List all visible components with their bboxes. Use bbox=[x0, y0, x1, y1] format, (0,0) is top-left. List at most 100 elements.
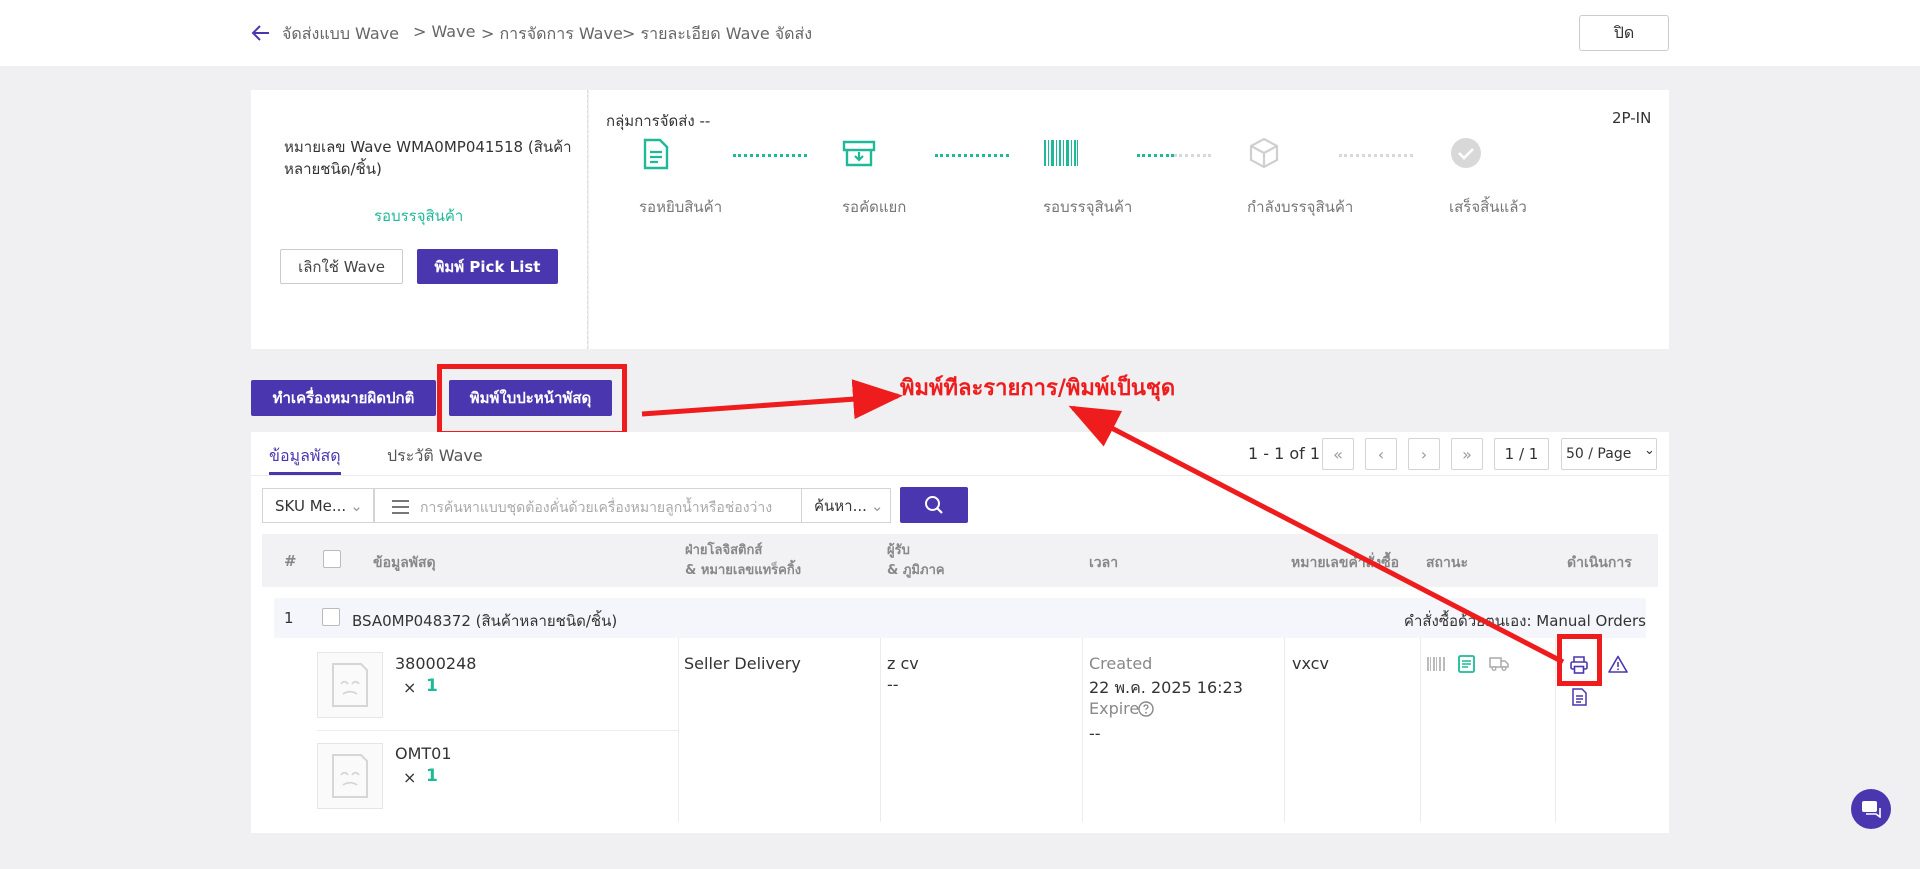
col-header-logistics-line1: ฝ่ายโลจิสติกส์ bbox=[685, 543, 763, 558]
menu-icon bbox=[392, 500, 409, 514]
next-page-button[interactable]: › bbox=[1408, 438, 1440, 470]
col-header-status: สถานะ bbox=[1426, 555, 1468, 571]
panel-divider bbox=[587, 90, 588, 349]
wave-number-line2: หลายชนิด/ชิ้น) bbox=[284, 160, 382, 178]
tray-icon bbox=[842, 140, 876, 168]
check-circle-icon bbox=[1450, 137, 1482, 169]
step-connector bbox=[1137, 154, 1174, 157]
col-header-action: ดำเนินการ bbox=[1567, 555, 1632, 571]
warehouse-code: 2P-IN bbox=[1612, 109, 1652, 127]
step-connector bbox=[1174, 154, 1211, 157]
col-header-order-no: หมายเลขคำสั่งซื้อ bbox=[1291, 555, 1399, 571]
search-icon bbox=[925, 496, 943, 514]
close-button[interactable]: ปิด bbox=[1579, 15, 1669, 51]
page-input[interactable]: 1 / 1 bbox=[1494, 438, 1549, 470]
item-sku: 38000248 bbox=[395, 654, 477, 673]
col-divider bbox=[1284, 638, 1285, 822]
printer-icon[interactable] bbox=[1570, 656, 1588, 674]
col-header-num: # bbox=[284, 552, 297, 570]
product-image-placeholder bbox=[317, 652, 383, 718]
item-qty: 1 bbox=[426, 676, 438, 696]
select-all-checkbox[interactable] bbox=[323, 550, 341, 568]
question-circle-icon[interactable] bbox=[1138, 701, 1154, 717]
step-label-waiting-pack: รอบรรจุสินค้า bbox=[1043, 198, 1133, 216]
search-mode-select[interactable]: ค้นหา... ⌄ bbox=[801, 488, 891, 523]
back-arrow-icon[interactable] bbox=[251, 24, 271, 42]
barcode-status-icon bbox=[1427, 657, 1445, 671]
times-icon: × bbox=[403, 768, 417, 787]
breadcrumb-wave-detail: > รายละเอียด Wave จัดส่ง bbox=[622, 24, 813, 43]
annotation-text: พิมพ์ทีละรายการ/พิมพ์เป็นชุด bbox=[900, 375, 1176, 401]
col-header-logistics-line2: & หมายเลขแทร็คกิ้ง bbox=[685, 563, 802, 578]
col-header-logistics: ฝ่ายโลจิสติกส์ & หมายเลขแทร็คกิ้ง bbox=[685, 541, 801, 581]
barcode-icon bbox=[1043, 139, 1079, 167]
breadcrumb-wave-shipping[interactable]: จัดส่งแบบ Wave bbox=[282, 22, 399, 47]
row-checkbox[interactable] bbox=[322, 608, 340, 626]
created-label: Created bbox=[1089, 654, 1153, 673]
wave-progress-panel bbox=[589, 90, 1669, 349]
col-divider bbox=[678, 638, 679, 822]
col-divider bbox=[1082, 638, 1083, 822]
col-divider bbox=[880, 638, 881, 822]
col-divider bbox=[1555, 638, 1556, 822]
shipping-group-label: กลุ่มการจัดส่ง -- bbox=[606, 112, 711, 130]
recipient-name: z cv bbox=[887, 654, 919, 673]
cancel-wave-button[interactable]: เลิกใช้ Wave bbox=[280, 249, 403, 284]
row-index: 1 bbox=[284, 609, 294, 627]
step-label-done: เสร็จสิ้นแล้ว bbox=[1449, 198, 1527, 216]
last-page-button[interactable]: » bbox=[1451, 438, 1483, 470]
print-label-button[interactable]: พิมพ์ใบปะหน้าพัสดุ bbox=[449, 380, 612, 416]
created-time: 22 พ.ค. 2025 16:23 bbox=[1089, 678, 1243, 697]
col-header-parcel: ข้อมูลพัสดุ bbox=[373, 555, 436, 571]
truck-icon bbox=[1489, 657, 1509, 671]
mark-abnormal-button[interactable]: ทำเครื่องหมายผิดปกติ bbox=[251, 380, 436, 416]
parcel-id[interactable]: BSA0MP048372 (สินค้าหลายชนิด/ชิ้น) bbox=[352, 609, 617, 633]
step-label-picking: รอหยิบสินค้า bbox=[639, 198, 723, 216]
page-size-value: 50 / Page bbox=[1566, 446, 1632, 462]
wave-status: รอบรรจุสินค้า bbox=[374, 207, 464, 225]
tab-parcel-info[interactable]: ข้อมูลพัสดุ bbox=[269, 444, 341, 469]
search-button[interactable] bbox=[900, 487, 968, 523]
search-placeholder: การค้นหาแบบชุดต้องคั่นด้วยเครื่องหมายลูก… bbox=[420, 500, 773, 516]
chevron-down-icon: ⌄ bbox=[1644, 443, 1655, 458]
col-header-recipient-line2: & ภูมิภาค bbox=[887, 563, 945, 578]
tabs-divider bbox=[251, 475, 1669, 476]
expire-label: Expire bbox=[1089, 699, 1140, 718]
chat-icon bbox=[1862, 801, 1881, 818]
col-header-recipient-line1: ผู้รับ bbox=[887, 543, 910, 558]
expire-value: -- bbox=[1089, 724, 1101, 743]
recipient-region: -- bbox=[887, 675, 899, 694]
page-size-select[interactable]: 50 / Page ⌄ bbox=[1561, 438, 1657, 470]
breadcrumb-wave[interactable]: > Wave bbox=[413, 22, 475, 41]
logistics-provider: Seller Delivery bbox=[684, 654, 801, 673]
search-field-select[interactable]: SKU Me... ⌄ bbox=[262, 488, 374, 523]
box-icon bbox=[1248, 137, 1280, 169]
step-connector bbox=[733, 154, 807, 157]
chevron-down-icon: ⌄ bbox=[870, 496, 884, 515]
print-picklist-button[interactable]: พิมพ์ Pick List bbox=[417, 249, 558, 284]
chevron-down-icon: ⌄ bbox=[350, 496, 363, 515]
item-qty: 1 bbox=[426, 766, 438, 786]
col-divider bbox=[1420, 638, 1421, 822]
wave-number: หมายเลข Wave WMA0MP041518 (สินค้า หลายชน… bbox=[284, 136, 572, 180]
breadcrumb-wave-management[interactable]: > การจัดการ Wave bbox=[481, 22, 623, 47]
item-divider bbox=[317, 730, 678, 731]
search-mode-value: ค้นหา... bbox=[814, 496, 867, 515]
chat-button[interactable] bbox=[1851, 789, 1891, 829]
search-field-value: SKU Me... bbox=[275, 496, 347, 515]
first-page-button[interactable]: « bbox=[1322, 438, 1354, 470]
col-header-time: เวลา bbox=[1089, 555, 1119, 571]
document-detail-icon[interactable] bbox=[1572, 688, 1587, 706]
tab-wave-history[interactable]: ประวัติ Wave bbox=[387, 444, 483, 469]
order-source: คำสั่งซื้อด้วยตนเอง: Manual Orders bbox=[1403, 612, 1646, 630]
step-connector bbox=[1339, 154, 1413, 157]
warning-icon[interactable] bbox=[1608, 655, 1628, 673]
search-input[interactable]: การค้นหาแบบชุดต้องคั่นด้วยเครื่องหมายลูก… bbox=[374, 488, 802, 523]
product-image-placeholder bbox=[317, 743, 383, 809]
pagination-range: 1 - 1 of 1 bbox=[1248, 444, 1321, 463]
step-connector bbox=[935, 154, 1009, 157]
item-sku: OMT01 bbox=[395, 744, 452, 763]
step-label-packing: กำลังบรรจุสินค้า bbox=[1247, 198, 1354, 216]
prev-page-button[interactable]: ‹ bbox=[1365, 438, 1397, 470]
step-label-sorting: รอคัดแยก bbox=[842, 198, 907, 216]
